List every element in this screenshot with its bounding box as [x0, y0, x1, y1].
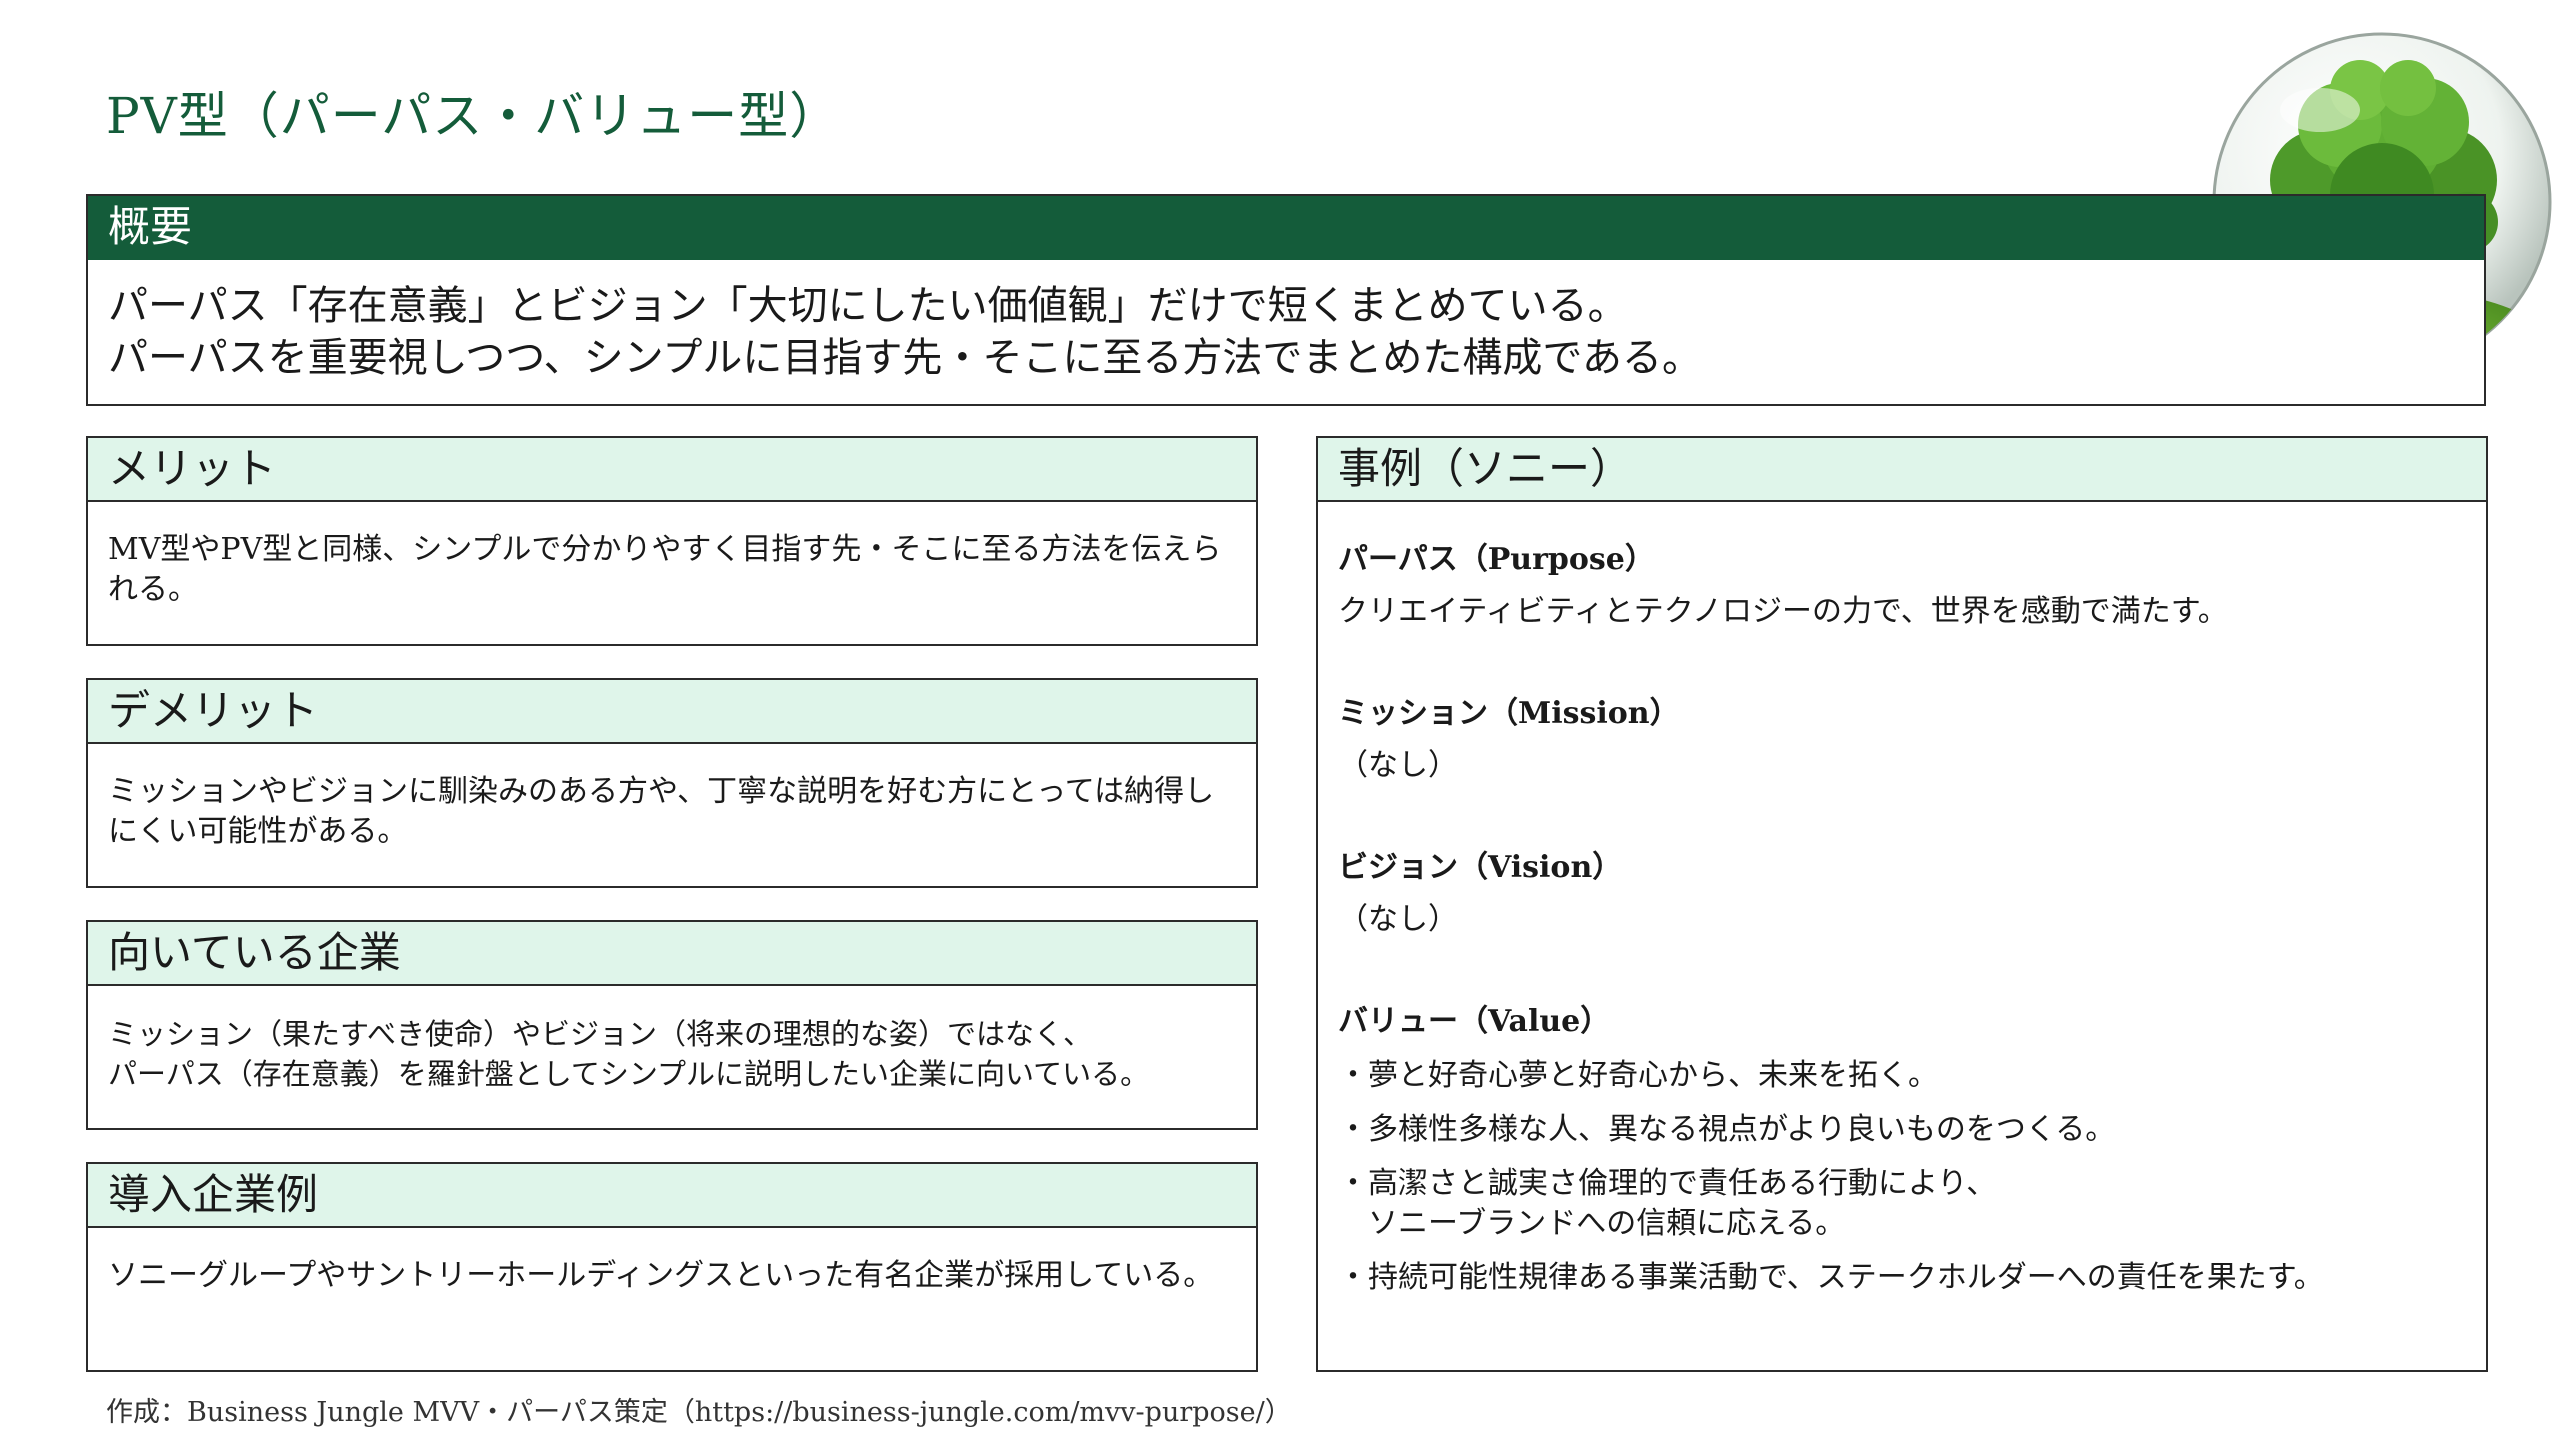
- overview-box: 概要 パーパス「存在意義」とビジョン「大切にしたい価値観」だけで短くまとめている…: [86, 194, 2486, 406]
- suitable-line-1: ミッション（果たすべき使命）やビジョン（将来の理想的な姿）ではなく、: [108, 1017, 1092, 1051]
- value-item: ・夢と好奇心夢と好奇心から、未来を拓く。: [1338, 1058, 1938, 1093]
- value-item: ・持続可能性規律ある事業活動で、ステークホルダーへの責任を果たす。: [1338, 1260, 2324, 1295]
- value-item: ・多様性多様な人、異なる視点がより良いものをつくる。: [1338, 1112, 2116, 1147]
- overview-heading: 概要: [88, 196, 2484, 260]
- overview-line-1: パーパス「存在意義」とビジョン「大切にしたい価値観」だけで短くまとめている。: [108, 283, 1628, 329]
- suitable-companies-heading: 向いている企業: [88, 922, 1256, 986]
- purpose-label: パーパス（Purpose）: [1338, 542, 1655, 577]
- value-item-continuation: ソニーブランドへの信頼に応える。: [1368, 1206, 1846, 1241]
- merit-heading: メリット: [88, 438, 1256, 502]
- value-label: バリュー（Value）: [1338, 1004, 1611, 1039]
- example-body: パーパス（Purpose） クリエイティビティとテクノロジーの力で、世界を感動で…: [1318, 502, 2486, 1298]
- suitable-companies-box: 向いている企業 ミッション（果たすべき使命）やビジョン（将来の理想的な姿）ではな…: [86, 920, 1258, 1130]
- demerit-text: ミッションやビジョンに馴染みのある方や、丁寧な説明を好む方にとっては納得しにくい…: [108, 774, 1215, 849]
- mission-section: ミッション（Mission） （なし）: [1338, 694, 2464, 786]
- demerit-box: デメリット ミッションやビジョンに馴染みのある方や、丁寧な説明を好む方にとっては…: [86, 678, 1258, 888]
- adopters-text: ソニーグループやサントリーホールディングスといった有名企業が採用している。: [108, 1258, 1214, 1293]
- adopters-box: 導入企業例 ソニーグループやサントリーホールディングスといった有名企業が採用して…: [86, 1162, 1258, 1372]
- source-credit: 作成：Business Jungle MVV・パーパス策定（https://bu…: [106, 1397, 1292, 1428]
- merit-text: MV型やPV型と同様、シンプルで分かりやすく目指す先・そこに至る方法を伝えられる…: [108, 532, 1222, 607]
- value-section: バリュー（Value） ・夢と好奇心夢と好奇心から、未来を拓く。 ・多様性多様な…: [1338, 1002, 2464, 1298]
- page-title: PV型（パーパス・バリュー型）: [106, 87, 841, 145]
- vision-text: （なし）: [1338, 902, 1458, 937]
- adopters-heading: 導入企業例: [88, 1164, 1256, 1228]
- purpose-section: パーパス（Purpose） クリエイティビティとテクノロジーの力で、世界を感動で…: [1338, 540, 2464, 632]
- overview-body: パーパス「存在意義」とビジョン「大切にしたい価値観」だけで短くまとめている。 パ…: [88, 260, 2484, 384]
- example-sony-box: 事例（ソニー） パーパス（Purpose） クリエイティビティとテクノロジーの力…: [1316, 436, 2488, 1372]
- vision-label: ビジョン（Vision）: [1338, 850, 1623, 885]
- value-item-line: ・高潔さと誠実さ倫理的で責任ある行動により、: [1338, 1166, 1997, 1201]
- purpose-text: クリエイティビティとテクノロジーの力で、世界を感動で満たす。: [1338, 594, 2228, 629]
- example-heading: 事例（ソニー）: [1318, 438, 2486, 502]
- mission-label: ミッション（Mission）: [1338, 696, 1680, 731]
- value-item: ・高潔さと誠実さ倫理的で責任ある行動により、 ソニーブランドへの信頼に応える。: [1338, 1164, 2464, 1244]
- vision-section: ビジョン（Vision） （なし）: [1338, 848, 2464, 940]
- merit-box: メリット MV型やPV型と同様、シンプルで分かりやすく目指す先・そこに至る方法を…: [86, 436, 1258, 646]
- overview-line-2: パーパスを重要視しつつ、シンプルに目指す先・そこに至る方法でまとめた構成である。: [108, 335, 1702, 381]
- suitable-companies-body: ミッション（果たすべき使命）やビジョン（将来の理想的な姿）ではなく、 パーパス（…: [88, 986, 1256, 1094]
- suitable-line-2: パーパス（存在意義）を羅針盤としてシンプルに説明したい企業に向いている。: [108, 1057, 1150, 1091]
- demerit-heading: デメリット: [88, 680, 1256, 744]
- mission-text: （なし）: [1338, 748, 1458, 783]
